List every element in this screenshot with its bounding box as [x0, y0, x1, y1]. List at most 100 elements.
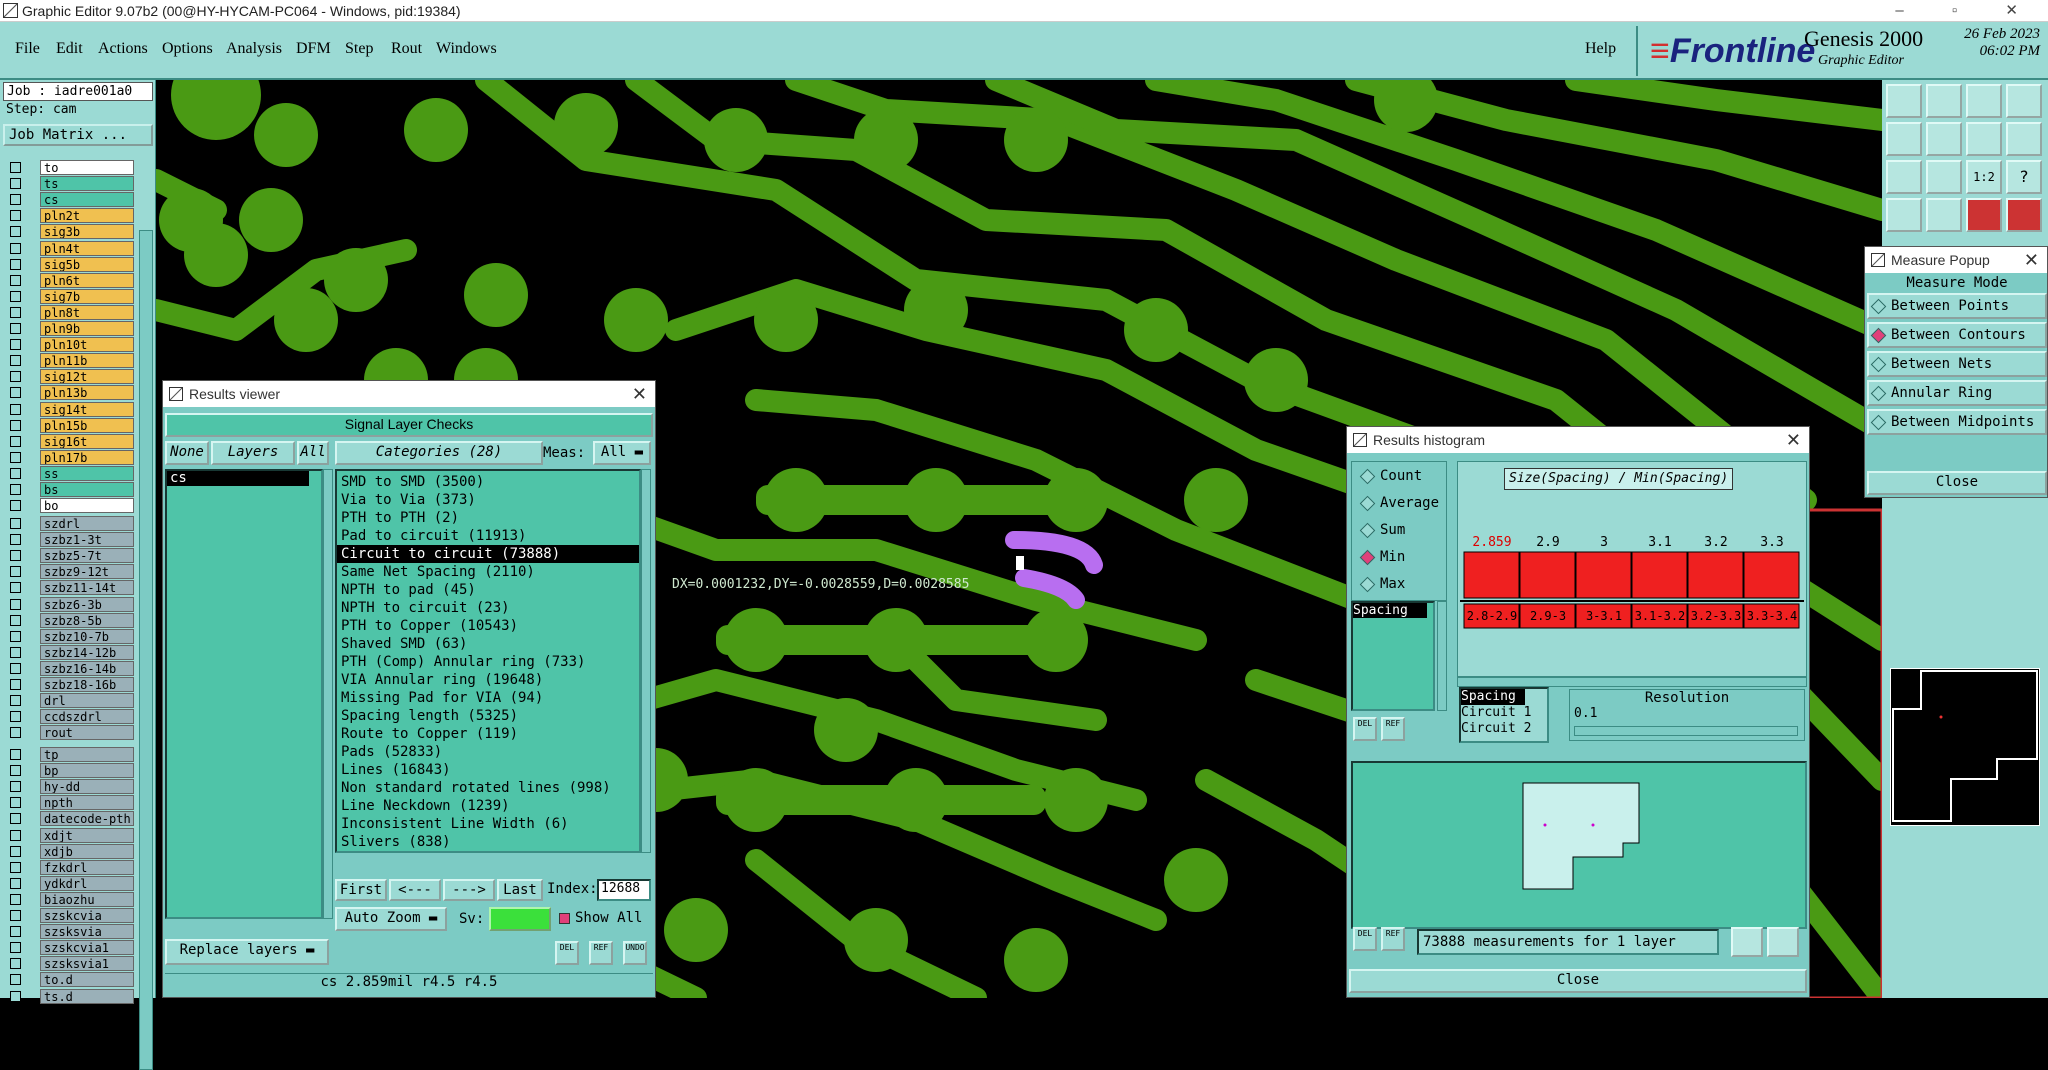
layer-row-szbz16-14b[interactable]: szbz16-14b	[10, 660, 134, 677]
hist-ref-button[interactable]: REF	[1381, 717, 1405, 741]
none-button[interactable]: None	[165, 441, 209, 465]
category-item[interactable]: Inconsistent Line Width (6)	[337, 815, 639, 833]
result-layer-list[interactable]: cs	[165, 469, 323, 919]
layer-row-pln8t[interactable]: pln8t	[10, 304, 134, 321]
layer-scrollbar[interactable]	[139, 230, 153, 1070]
layer-row-drl[interactable]: drl	[10, 693, 134, 709]
category-item[interactable]: Pads (52833)	[337, 743, 639, 761]
layer-row-sig14t[interactable]: sig14t	[10, 401, 134, 418]
layer-checkbox[interactable]	[10, 877, 21, 889]
layer-checkbox[interactable]	[10, 990, 21, 1002]
layer-row-pln11b[interactable]: pln11b	[10, 353, 134, 369]
layer-checkbox[interactable]	[10, 845, 21, 857]
layer-row-szbz5-7t[interactable]: szbz5-7t	[10, 548, 134, 564]
categories-button[interactable]: Categories (28)	[335, 441, 543, 465]
layer-checkbox[interactable]	[10, 679, 21, 690]
layer-checkbox[interactable]	[10, 711, 21, 723]
layer-checkbox[interactable]	[10, 861, 21, 873]
list-item[interactable]: Spacing	[1461, 689, 1525, 705]
tool-zoom-fit-icon[interactable]	[1886, 160, 1922, 194]
close-icon[interactable]: ✕	[632, 381, 647, 407]
layer-row-sig7b[interactable]: sig7b	[10, 288, 134, 305]
meas-select[interactable]: All ▬	[593, 441, 651, 465]
layer-row-pln13b[interactable]: pln13b	[10, 385, 134, 401]
list-item[interactable]: Circuit 2	[1461, 721, 1547, 737]
layer-row-pln6t[interactable]: pln6t	[10, 272, 134, 289]
tool-pan-icon[interactable]	[1926, 160, 1962, 194]
layer-row-xdjt[interactable]: xdjt	[10, 827, 134, 844]
layer-checkbox[interactable]	[10, 435, 21, 447]
layer-checkbox[interactable]	[10, 614, 21, 626]
layer-checkbox[interactable]	[10, 162, 21, 173]
replace-layers-select[interactable]: Replace layers ▬	[165, 939, 329, 965]
layer-checkbox[interactable]	[10, 749, 21, 760]
layer-row-szskcvia[interactable]: szskcvia	[10, 908, 134, 924]
layer-row-cs[interactable]: cs	[10, 192, 134, 208]
job-matrix-button[interactable]: Job Matrix ...	[3, 124, 153, 146]
layer-checkbox[interactable]	[10, 518, 21, 529]
layer-row-ss[interactable]: ss	[10, 465, 134, 482]
tool-right-icon[interactable]	[1926, 122, 1962, 156]
layer-checkbox[interactable]	[10, 355, 21, 367]
layer-row-szsksvia[interactable]: szsksvia	[10, 924, 134, 940]
tool-download-icon[interactable]	[1926, 84, 1962, 118]
histogram-item-list[interactable]: Spacing Circuit 1 Circuit 2	[1459, 687, 1549, 743]
layer-row-datecode-pth[interactable]: datecode-pth	[10, 811, 134, 827]
layer-checkbox[interactable]	[10, 290, 21, 302]
layer-row-sig3b[interactable]: sig3b	[10, 224, 134, 240]
layer-checkbox[interactable]	[10, 178, 21, 190]
layer-checkbox[interactable]	[10, 339, 21, 351]
layer-row-szsksvia1[interactable]: szsksvia1	[10, 956, 134, 972]
layer-row-szbz1-3t[interactable]: szbz1-3t	[10, 532, 134, 548]
layer-row-to.d[interactable]: to.d	[10, 972, 134, 988]
menu-edit[interactable]: Edit	[56, 40, 83, 58]
mode-between-midpoints[interactable]: Between Midpoints	[1869, 412, 2034, 432]
layer-checkbox[interactable]	[10, 566, 21, 578]
layer-checkbox[interactable]	[10, 534, 21, 546]
category-scrollbar[interactable]	[641, 469, 651, 853]
layer-checkbox[interactable]	[10, 371, 21, 383]
spacing-field[interactable]: Spacing	[1353, 603, 1427, 618]
hist-del-button-2[interactable]: DEL	[1353, 927, 1377, 951]
layer-checkbox[interactable]	[10, 630, 21, 642]
tool-route-icon[interactable]	[2006, 198, 2042, 232]
auto-zoom-select[interactable]: Auto Zoom ▬	[335, 907, 447, 931]
mode-average[interactable]: Average	[1358, 493, 1439, 513]
layer-row-tp[interactable]: tp	[10, 747, 134, 763]
layer-checkbox[interactable]	[10, 387, 21, 399]
layer-row-sig16t[interactable]: sig16t	[10, 433, 134, 450]
resolution-slider[interactable]	[1574, 726, 1798, 736]
last-button[interactable]: Last	[497, 879, 543, 901]
layer-row-pln9b[interactable]: pln9b	[10, 321, 134, 337]
mode-annular-ring[interactable]: Annular Ring	[1869, 383, 1992, 403]
category-item[interactable]: SMD to SMD (3500)	[337, 473, 639, 491]
undo-button[interactable]: UNDO	[623, 941, 647, 965]
category-item[interactable]: PTH (Comp) Annular ring (733)	[337, 653, 639, 671]
tool-upload-icon[interactable]	[1886, 84, 1922, 118]
layer-checkbox[interactable]	[10, 451, 21, 463]
chart-hscroll[interactable]	[1457, 677, 1807, 687]
tool-scale-icon[interactable]: 1:2	[1966, 160, 2002, 194]
histogram-close-button[interactable]: Close	[1349, 969, 1807, 993]
mode-max[interactable]: Max	[1358, 574, 1405, 594]
layers-button[interactable]: Layers	[211, 441, 295, 465]
menu-dfm[interactable]: DFM	[296, 40, 331, 58]
mode-sum[interactable]: Sum	[1358, 520, 1405, 540]
mode-between-contours[interactable]: Between Contours	[1869, 325, 2026, 345]
tool-swap-icon[interactable]	[1966, 122, 2002, 156]
mode-min[interactable]: Min	[1358, 547, 1405, 567]
layer-checkbox[interactable]	[10, 323, 21, 334]
menu-file[interactable]: File	[15, 40, 40, 58]
layer-checkbox[interactable]	[10, 813, 21, 825]
next-button[interactable]: --->	[443, 879, 495, 901]
layer-checkbox[interactable]	[10, 646, 21, 658]
layer-row-szbz11-14t[interactable]: szbz11-14t	[10, 580, 134, 596]
layer-row-rout[interactable]: rout	[10, 725, 134, 741]
category-item[interactable]: Same Net Spacing (2110)	[337, 563, 639, 581]
layer-row-bp[interactable]: bp	[10, 763, 134, 779]
layer-checkbox[interactable]	[10, 582, 21, 594]
category-item[interactable]: VIA Annular ring (19648)	[337, 671, 639, 689]
category-item[interactable]: PTH to Copper (10543)	[337, 617, 639, 635]
category-item[interactable]: Circuit to circuit (73888)	[337, 545, 639, 563]
layer-row-npth[interactable]: npth	[10, 795, 134, 811]
